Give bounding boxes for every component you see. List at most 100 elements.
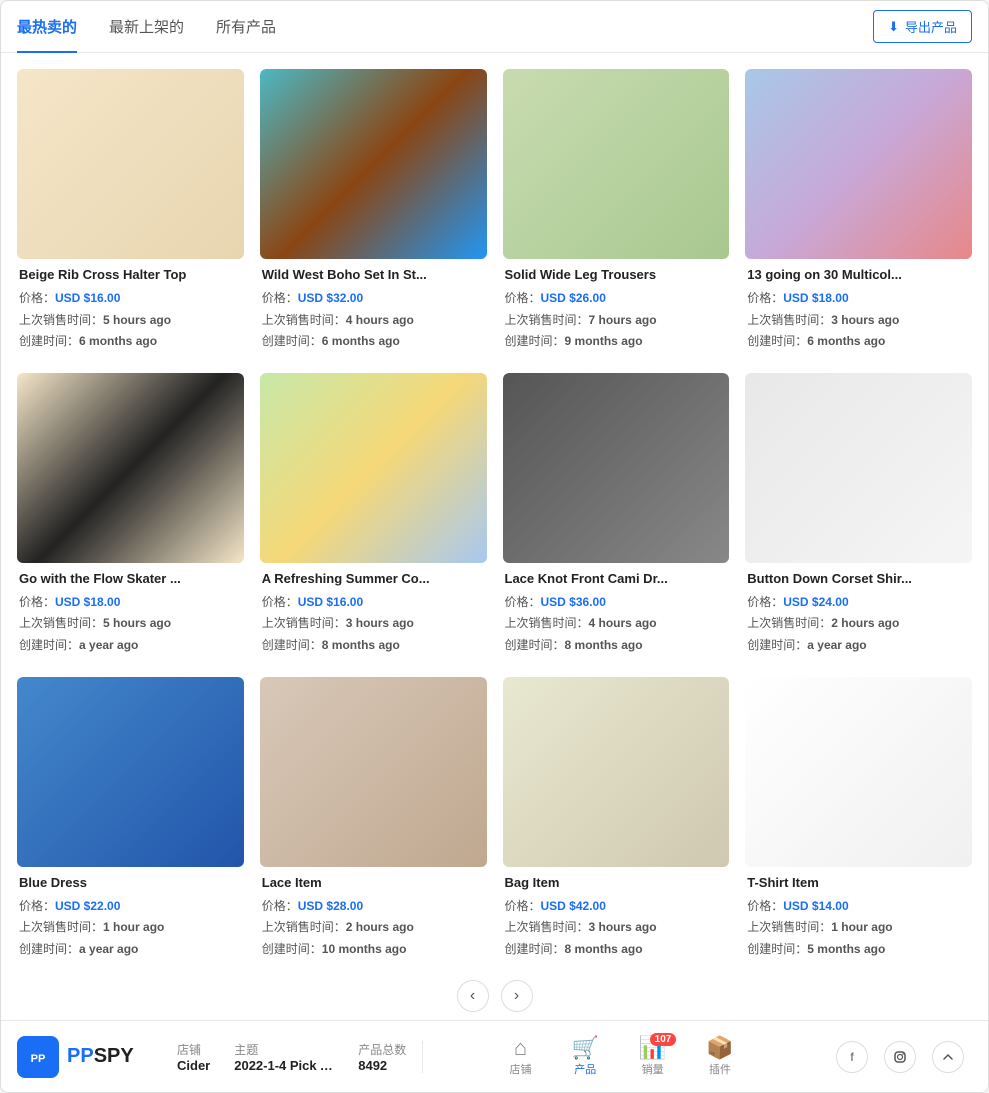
export-button[interactable]: ⬇ 导出产品 xyxy=(873,10,972,43)
product-title: T-Shirt Item xyxy=(747,875,970,890)
created-value: 8 months ago xyxy=(565,638,643,652)
last-sold-value: 1 hour ago xyxy=(831,920,892,934)
product-card[interactable]: Blue Dress 价格：USD $22.00 上次销售时间：1 hour a… xyxy=(17,677,244,965)
product-image xyxy=(503,373,730,563)
store-meta-theme: 主题 2022-1-4 Pick A... xyxy=(234,1041,334,1073)
prev-page-button[interactable]: ‹ xyxy=(457,980,489,1012)
tab-all-products[interactable]: 所有产品 xyxy=(216,0,276,53)
last-sold-label: 上次销售时间： xyxy=(262,616,346,630)
product-meta: 价格：USD $22.00 上次销售时间：1 hour ago 创建时间：a y… xyxy=(19,896,242,961)
nav-store[interactable]: ⌂ 店铺 xyxy=(490,1029,552,1085)
collapse-button[interactable] xyxy=(932,1041,964,1073)
product-card[interactable]: A Refreshing Summer Co... 价格：USD $16.00 … xyxy=(260,373,487,661)
product-info: Wild West Boho Set In St... 价格：USD $32.0… xyxy=(260,259,487,357)
facebook-icon[interactable]: f xyxy=(836,1041,868,1073)
last-sold-value: 4 hours ago xyxy=(589,616,657,630)
last-sold-label: 上次销售时间： xyxy=(747,616,831,630)
total-value: 8492 xyxy=(358,1058,387,1073)
svg-text:PP: PP xyxy=(31,1053,46,1065)
last-sold-value: 3 hours ago xyxy=(346,616,414,630)
created-label: 创建时间： xyxy=(262,334,322,348)
nav-plugins[interactable]: 📦 插件 xyxy=(686,1029,753,1085)
created-value: 8 months ago xyxy=(565,942,643,956)
created-value: 6 months ago xyxy=(322,334,400,348)
tabs-left: 最热卖的 最新上架的 所有产品 xyxy=(17,0,276,53)
product-info: 13 going on 30 Multicol... 价格：USD $18.00… xyxy=(745,259,972,357)
product-info: Lace Knot Front Cami Dr... 价格：USD $36.00… xyxy=(503,563,730,661)
product-image xyxy=(745,69,972,259)
products-area: Beige Rib Cross Halter Top 价格：USD $16.00… xyxy=(1,53,988,1020)
product-info: A Refreshing Summer Co... 价格：USD $16.00 … xyxy=(260,563,487,661)
product-title: Beige Rib Cross Halter Top xyxy=(19,267,242,282)
nav-badge: 107 xyxy=(650,1033,677,1046)
store-meta-total: 产品总数 8492 xyxy=(358,1041,406,1073)
product-image xyxy=(260,69,487,259)
product-meta: 价格：USD $24.00 上次销售时间：2 hours ago 创建时间：a … xyxy=(747,592,970,657)
price-label: 价格： xyxy=(747,899,783,913)
product-price: USD $28.00 xyxy=(298,899,363,913)
last-sold-value: 1 hour ago xyxy=(103,920,164,934)
product-price: USD $24.00 xyxy=(783,595,848,609)
tab-newest[interactable]: 最新上架的 xyxy=(109,0,184,53)
instagram-icon[interactable] xyxy=(884,1041,916,1073)
product-card[interactable]: Lace Item 价格：USD $28.00 上次销售时间：2 hours a… xyxy=(260,677,487,965)
created-label: 创建时间： xyxy=(505,942,565,956)
price-label: 价格： xyxy=(747,595,783,609)
price-label: 价格： xyxy=(262,899,298,913)
product-price: USD $18.00 xyxy=(783,291,848,305)
product-price: USD $14.00 xyxy=(783,899,848,913)
product-card[interactable]: Button Down Corset Shir... 价格：USD $24.00… xyxy=(745,373,972,661)
product-card[interactable]: T-Shirt Item 价格：USD $14.00 上次销售时间：1 hour… xyxy=(745,677,972,965)
created-value: 6 months ago xyxy=(807,334,885,348)
created-label: 创建时间： xyxy=(505,638,565,652)
nav-plugins-icon: 📦 xyxy=(706,1037,733,1059)
product-image xyxy=(503,69,730,259)
last-sold-label: 上次销售时间： xyxy=(262,313,346,327)
product-image xyxy=(745,373,972,563)
last-sold-label: 上次销售时间： xyxy=(19,313,103,327)
product-card[interactable]: Lace Knot Front Cami Dr... 价格：USD $36.00… xyxy=(503,373,730,661)
last-sold-label: 上次销售时间： xyxy=(505,616,589,630)
products-grid: Beige Rib Cross Halter Top 价格：USD $16.00… xyxy=(17,69,972,964)
product-card[interactable]: Go with the Flow Skater ... 价格：USD $18.0… xyxy=(17,373,244,661)
product-card[interactable]: Bag Item 价格：USD $42.00 上次销售时间：3 hours ag… xyxy=(503,677,730,965)
nav-sales[interactable]: 📊 107 销量 xyxy=(619,1029,686,1085)
last-sold-value: 4 hours ago xyxy=(346,313,414,327)
product-card[interactable]: 13 going on 30 Multicol... 价格：USD $18.00… xyxy=(745,69,972,357)
price-label: 价格： xyxy=(19,899,55,913)
tab-best-selling[interactable]: 最热卖的 xyxy=(17,0,77,53)
nav-store-label: 店铺 xyxy=(510,1061,532,1077)
last-sold-label: 上次销售时间： xyxy=(505,313,589,327)
nav-products[interactable]: 🛒 产品 xyxy=(552,1029,619,1085)
product-card[interactable]: Wild West Boho Set In St... 价格：USD $32.0… xyxy=(260,69,487,357)
product-title: Bag Item xyxy=(505,875,728,890)
created-value: a year ago xyxy=(79,942,138,956)
product-info: Go with the Flow Skater ... 价格：USD $18.0… xyxy=(17,563,244,661)
last-sold-value: 5 hours ago xyxy=(103,616,171,630)
brand-name: PPSPY xyxy=(67,1045,134,1068)
price-label: 价格： xyxy=(262,595,298,609)
product-price: USD $26.00 xyxy=(541,291,606,305)
brand-logo: PP xyxy=(17,1036,59,1078)
next-page-button[interactable]: › xyxy=(501,980,533,1012)
product-meta: 价格：USD $16.00 上次销售时间：3 hours ago 创建时间：8 … xyxy=(262,592,485,657)
app-container: 最热卖的 最新上架的 所有产品 ⬇ 导出产品 Beige Rib Cross H… xyxy=(0,0,989,1093)
price-label: 价格： xyxy=(505,899,541,913)
last-sold-value: 7 hours ago xyxy=(589,313,657,327)
product-title: Blue Dress xyxy=(19,875,242,890)
nav-products-icon: 🛒 xyxy=(572,1037,599,1059)
product-card[interactable]: Beige Rib Cross Halter Top 价格：USD $16.00… xyxy=(17,69,244,357)
nav-products-label: 产品 xyxy=(574,1061,596,1077)
product-title: Lace Knot Front Cami Dr... xyxy=(505,571,728,586)
created-value: a year ago xyxy=(79,638,138,652)
created-label: 创建时间： xyxy=(747,638,807,652)
last-sold-value: 3 hours ago xyxy=(831,313,899,327)
tabs-bar: 最热卖的 最新上架的 所有产品 ⬇ 导出产品 xyxy=(1,1,988,53)
price-label: 价格： xyxy=(505,291,541,305)
product-card[interactable]: Solid Wide Leg Trousers 价格：USD $26.00 上次… xyxy=(503,69,730,357)
product-price: USD $16.00 xyxy=(298,595,363,609)
product-meta: 价格：USD $32.00 上次销售时间：4 hours ago 创建时间：6 … xyxy=(262,288,485,353)
bottom-social: f xyxy=(820,1041,988,1073)
product-title: Wild West Boho Set In St... xyxy=(262,267,485,282)
product-meta: 价格：USD $36.00 上次销售时间：4 hours ago 创建时间：8 … xyxy=(505,592,728,657)
